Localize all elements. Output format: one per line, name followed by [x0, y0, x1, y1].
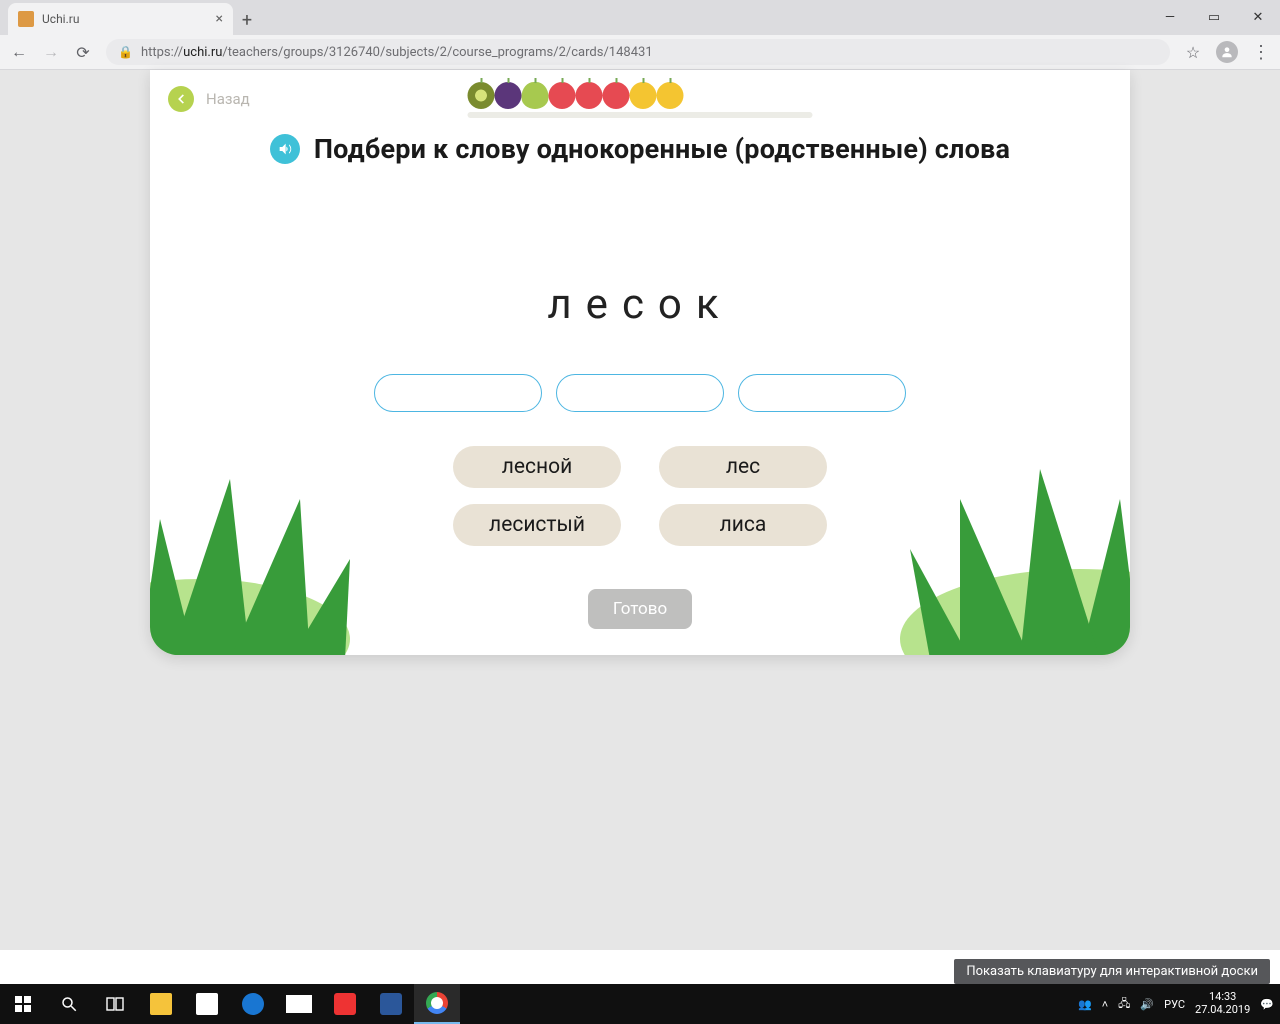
instruction-text: Подбери к слову однокоренные (родственны…: [314, 133, 1010, 165]
nav-forward-icon: →: [42, 42, 60, 62]
back-label: Назад: [206, 90, 250, 108]
grass-left-decoration: [150, 439, 390, 655]
profile-avatar-icon[interactable]: [1216, 41, 1238, 63]
minimize-button[interactable]: —: [1148, 10, 1192, 25]
chrome-icon: [426, 992, 448, 1014]
target-word: лесок: [150, 280, 1130, 329]
option-button[interactable]: лесной: [453, 446, 621, 488]
back-link[interactable]: Назад: [168, 86, 250, 112]
folder-icon: [150, 993, 172, 1015]
option-button[interactable]: лесистый: [453, 504, 621, 546]
progress-apple-icon: [603, 82, 630, 109]
edge-icon: [242, 993, 264, 1015]
windows-taskbar: 👥 ˄ 🖧 🔊 РУС 14:33 27.04.2019 💬: [0, 984, 1280, 1024]
bookmark-star-icon[interactable]: ☆: [1184, 43, 1202, 62]
url-text: https://uchi.ru/teachers/groups/3126740/…: [141, 45, 653, 60]
window-controls: — ▭ ✕: [1148, 0, 1280, 35]
browser-tab[interactable]: Uchi.ru ×: [8, 3, 233, 35]
system-tray: 👥 ˄ 🖧 🔊 РУС 14:33 27.04.2019 💬: [1078, 991, 1280, 1016]
progress-kiwi-icon: [468, 82, 495, 109]
word-icon: [380, 993, 402, 1015]
tray-notifications-icon[interactable]: 💬: [1260, 998, 1274, 1011]
tray-volume-icon[interactable]: 🔊: [1140, 998, 1154, 1011]
mail-icon: [286, 995, 312, 1013]
yandex-icon: [334, 993, 356, 1015]
drop-slot[interactable]: [738, 374, 906, 412]
drop-slot[interactable]: [556, 374, 724, 412]
back-arrow-icon: [168, 86, 194, 112]
option-button[interactable]: лес: [659, 446, 827, 488]
tray-clock[interactable]: 14:33 27.04.2019: [1195, 991, 1250, 1016]
progress-plum-icon: [495, 82, 522, 109]
keyboard-tooltip: Показать клавиатуру для интерактивной до…: [954, 959, 1270, 984]
progress-indicator: [468, 80, 813, 118]
reload-icon[interactable]: ⟳: [74, 43, 92, 62]
maximize-button[interactable]: ▭: [1192, 10, 1236, 25]
taskbar-app-yandex[interactable]: [322, 984, 368, 1024]
tray-network-icon[interactable]: 🖧: [1118, 995, 1130, 1014]
nav-back-icon[interactable]: ←: [10, 42, 28, 62]
progress-orange-icon: [657, 82, 684, 109]
grass-right-decoration: [820, 439, 1130, 655]
taskbar-app-chrome[interactable]: [414, 984, 460, 1024]
taskbar-app-edge[interactable]: [230, 984, 276, 1024]
tab-title: Uchi.ru: [42, 12, 208, 26]
tray-people-icon[interactable]: 👥: [1078, 998, 1092, 1011]
instruction-row: Подбери к слову однокоренные (родственны…: [150, 133, 1130, 165]
drop-slot[interactable]: [374, 374, 542, 412]
taskbar-app-store[interactable]: [184, 984, 230, 1024]
page-viewport: Назад Подбери к слову однокоренные (родс…: [0, 70, 1280, 950]
progress-pear-icon: [522, 82, 549, 109]
search-button[interactable]: [46, 984, 92, 1024]
progress-apple-icon: [549, 82, 576, 109]
task-view-button[interactable]: [92, 984, 138, 1024]
drop-slots: [150, 374, 1130, 412]
option-button[interactable]: лиса: [659, 504, 827, 546]
tray-chevron-up-icon[interactable]: ˄: [1102, 998, 1108, 1011]
browser-toolbar: ← → ⟳ 🔒 https://uchi.ru/teachers/groups/…: [0, 35, 1280, 70]
window-titlebar: Uchi.ru × + — ▭ ✕: [0, 0, 1280, 35]
submit-button[interactable]: Готово: [588, 589, 692, 629]
address-bar[interactable]: 🔒 https://uchi.ru/teachers/groups/312674…: [106, 39, 1170, 65]
start-button[interactable]: [0, 984, 46, 1024]
close-window-button[interactable]: ✕: [1236, 10, 1280, 25]
progress-track: [468, 112, 813, 118]
exercise-card: Назад Подбери к слову однокоренные (родс…: [150, 70, 1130, 655]
play-audio-button[interactable]: [270, 134, 300, 164]
new-tab-button[interactable]: +: [233, 10, 261, 35]
progress-orange-icon: [630, 82, 657, 109]
tray-language[interactable]: РУС: [1164, 998, 1185, 1011]
lock-icon: 🔒: [118, 45, 133, 59]
progress-apple-icon: [576, 82, 603, 109]
kebab-menu-icon[interactable]: ⋮: [1252, 42, 1270, 63]
taskbar-app-mail[interactable]: [276, 984, 322, 1024]
store-icon: [196, 993, 218, 1015]
favicon-icon: [18, 11, 34, 27]
close-tab-icon[interactable]: ×: [216, 11, 223, 27]
taskbar-app-file-explorer[interactable]: [138, 984, 184, 1024]
taskbar-app-word[interactable]: [368, 984, 414, 1024]
